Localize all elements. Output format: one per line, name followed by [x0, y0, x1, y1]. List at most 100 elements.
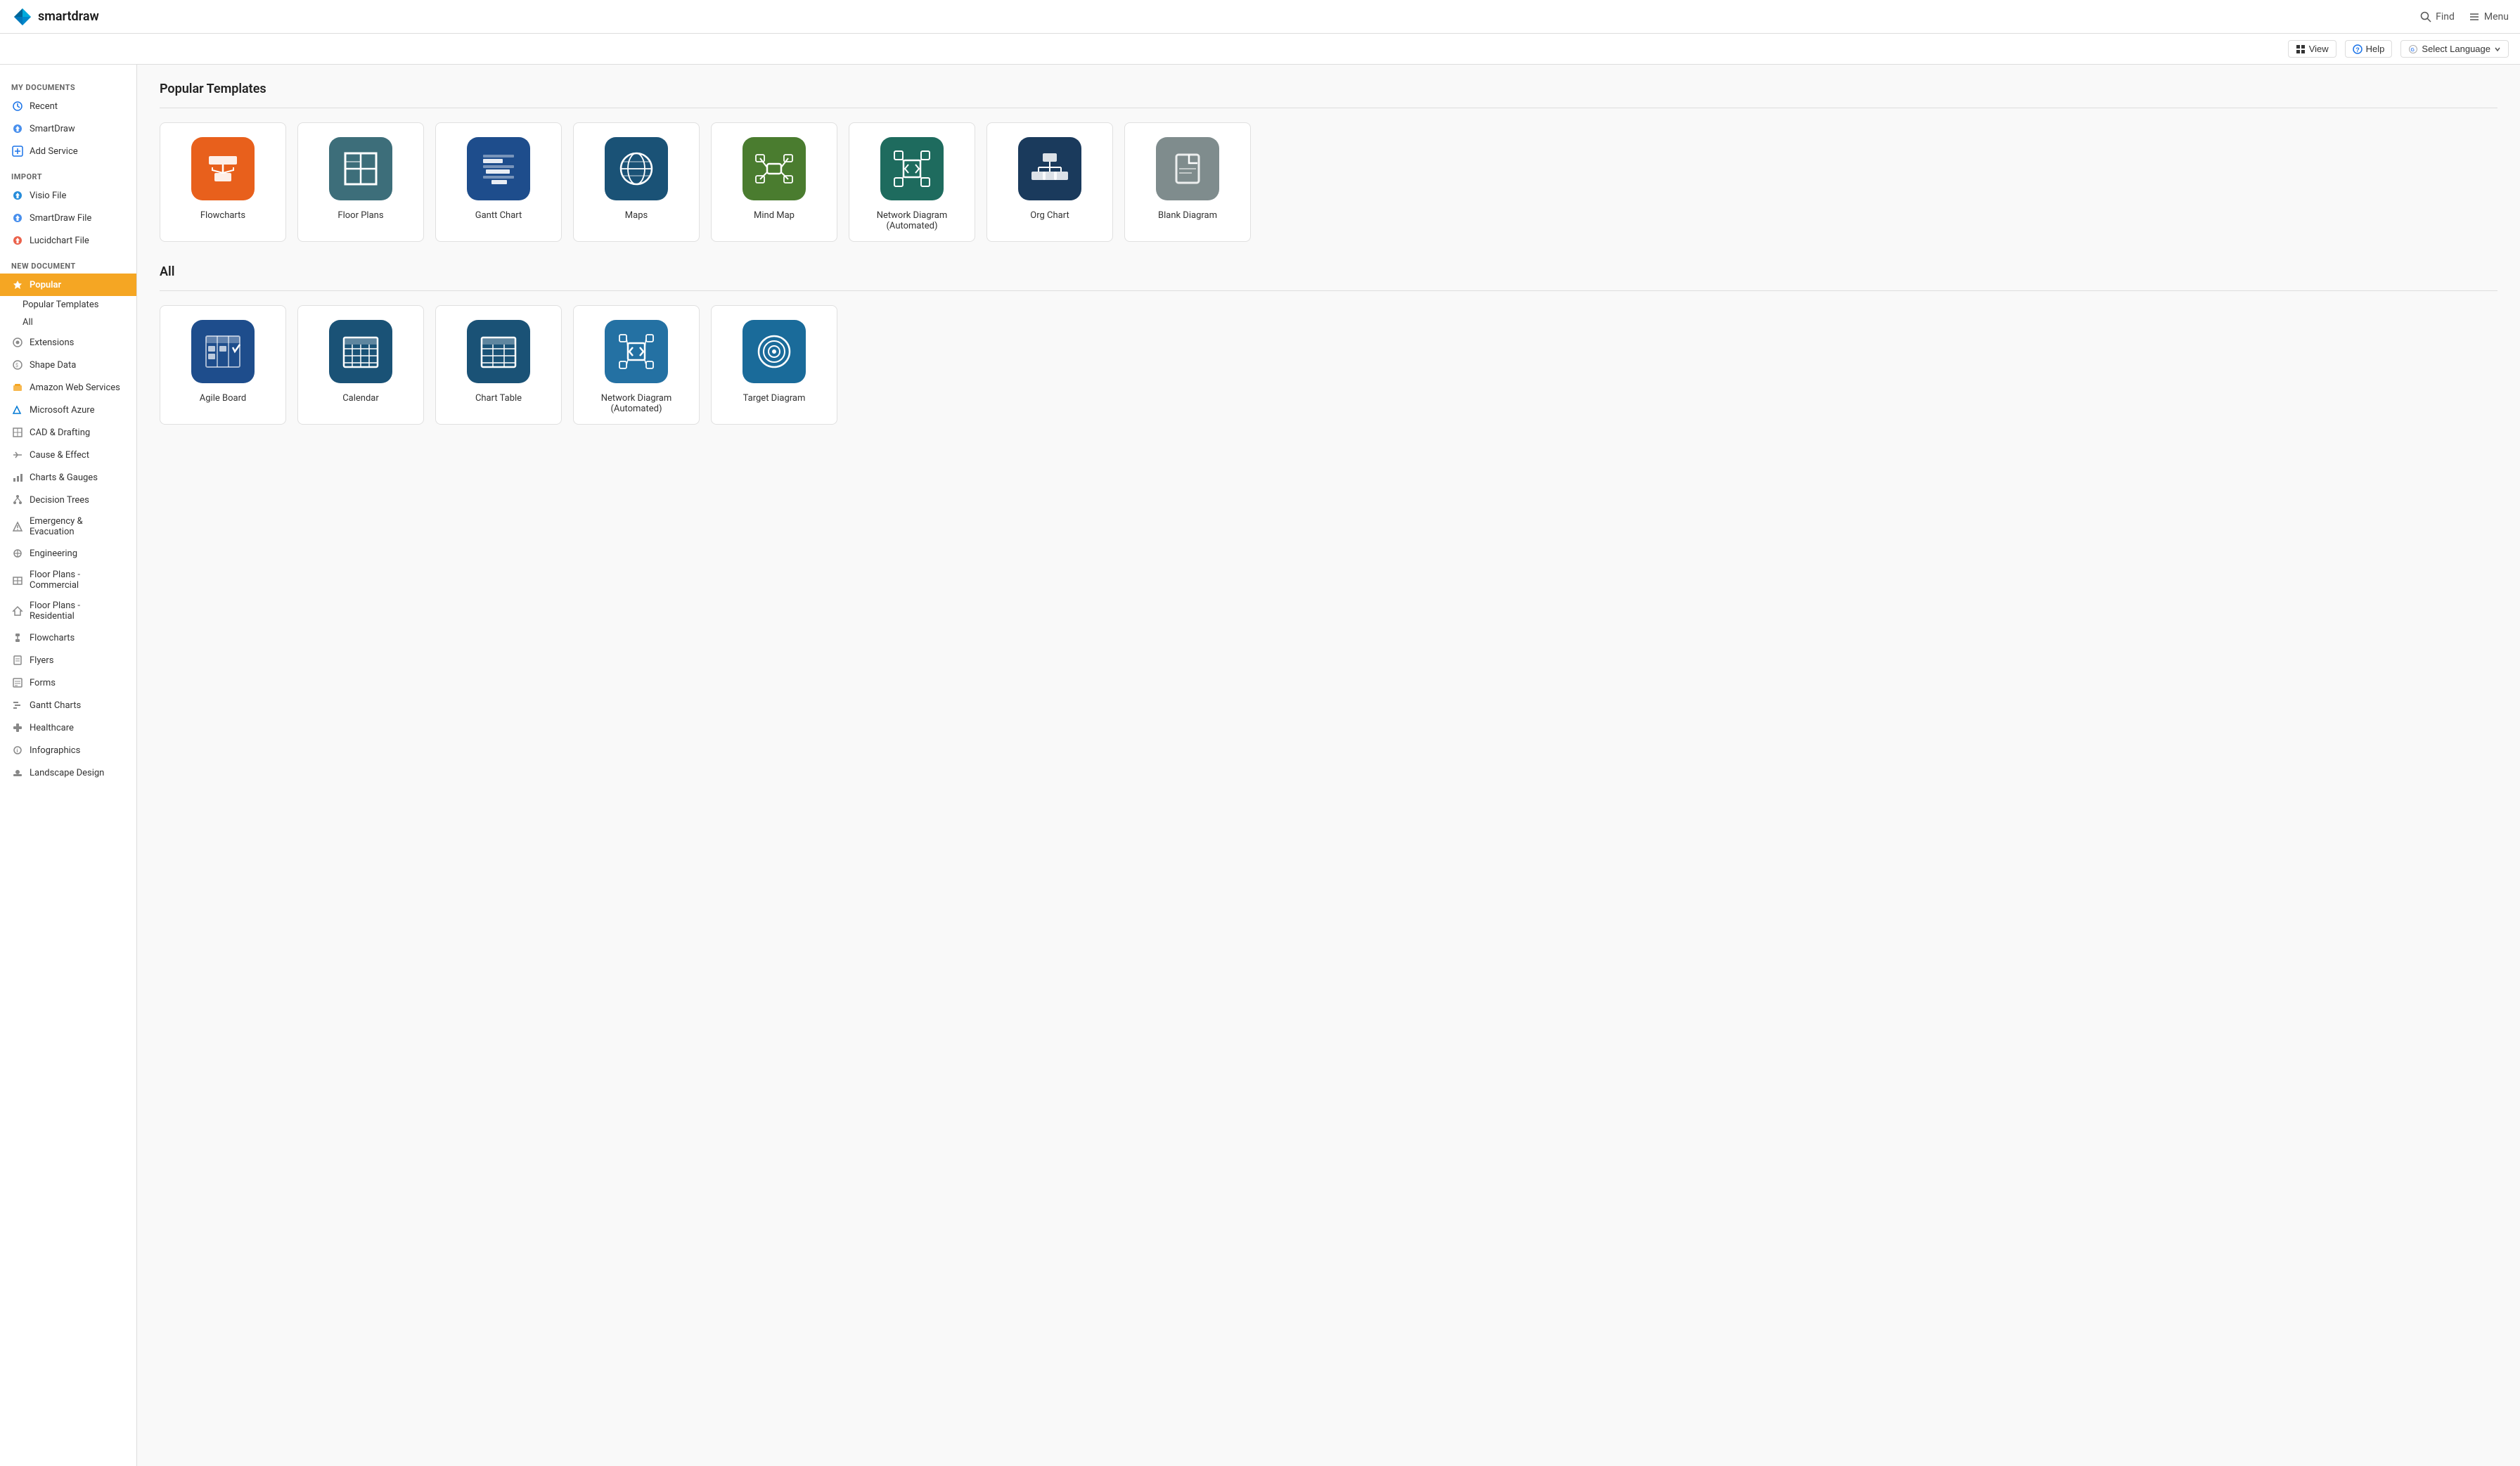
gantt-sidebar-icon [11, 699, 24, 712]
all-divider [160, 290, 2498, 291]
sidebar-item-aws[interactable]: Amazon Web Services [0, 376, 136, 399]
flyers-icon [11, 654, 24, 667]
network-auto-template-label: Network Diagram (Automated) [585, 393, 688, 414]
decision-trees-icon [11, 494, 24, 506]
sidebar-item-forms[interactable]: Forms [0, 671, 136, 694]
sidebar-item-flowcharts-label: Flowcharts [30, 633, 75, 643]
help-button[interactable]: ? Help [2345, 40, 2393, 58]
orgchart-template-label: Org Chart [1030, 210, 1069, 221]
sidebar-item-all[interactable]: All [0, 314, 136, 331]
template-card-charttable[interactable]: Chart Table [435, 305, 562, 425]
template-card-orgchart[interactable]: Org Chart [986, 122, 1113, 242]
azure-icon [11, 404, 24, 416]
sidebar-item-flowcharts[interactable]: Flowcharts [0, 626, 136, 649]
smartdraw-cloud-icon [11, 122, 24, 135]
sidebar-item-shape-data[interactable]: $ Shape Data [0, 354, 136, 376]
sidebar-item-flyers-label: Flyers [30, 655, 53, 666]
orgchart-template-icon [1018, 137, 1081, 200]
view-button[interactable]: View [2288, 40, 2336, 58]
sidebar-item-smartdraw-file[interactable]: SmartDraw File [0, 207, 136, 229]
menu-button[interactable]: Menu [2469, 11, 2509, 22]
sidebar-item-popular[interactable]: Popular [0, 274, 136, 296]
sidebar-item-azure[interactable]: Microsoft Azure [0, 399, 136, 421]
sidebar-item-floor-commercial[interactable]: Floor Plans - Commercial [0, 565, 136, 596]
sidebar-item-infographics[interactable]: i Infographics [0, 739, 136, 761]
sidebar-item-popular-templates-label: Popular Templates [22, 300, 98, 310]
sidebar-item-visio-label: Visio File [30, 191, 66, 201]
sidebar-item-engineering[interactable]: Engineering [0, 542, 136, 565]
cause-effect-icon [11, 449, 24, 461]
sidebar-item-lucidchart[interactable]: Lucidchart File [0, 229, 136, 252]
sidebar-item-decision-trees-label: Decision Trees [30, 495, 89, 506]
template-card-flowcharts[interactable]: Flowcharts [160, 122, 286, 242]
sidebar-item-visio[interactable]: Visio File [0, 184, 136, 207]
sidebar-item-floor-residential[interactable]: Floor Plans - Residential [0, 596, 136, 626]
sidebar-item-healthcare[interactable]: Healthcare [0, 716, 136, 739]
sidebar-item-emergency[interactable]: Emergency & Evacuation [0, 511, 136, 542]
calendar-template-icon [329, 320, 392, 383]
engineering-icon [11, 547, 24, 560]
sidebar-item-recent[interactable]: Recent [0, 95, 136, 117]
sidebar-item-decision-trees[interactable]: Decision Trees [0, 489, 136, 511]
floor-plans-template-icon [329, 137, 392, 200]
svg-text:i: i [17, 748, 18, 754]
sidebar-item-cad[interactable]: CAD & Drafting [0, 421, 136, 444]
template-card-agile[interactable]: Agile Board [160, 305, 286, 425]
logo-text: smartdraw [38, 9, 99, 24]
popular-star-icon [11, 278, 24, 291]
flowcharts-template-label: Flowcharts [200, 210, 245, 221]
smartdraw-logo-icon [11, 6, 34, 28]
template-card-network-auto[interactable]: Network Diagram (Automated) [573, 305, 700, 425]
logo-area: smartdraw [11, 6, 99, 28]
smartdraw-file-icon [11, 212, 24, 224]
lucidchart-icon [11, 234, 24, 247]
floor-commercial-icon [11, 574, 24, 586]
new-document-title: New Document [0, 256, 136, 274]
recent-icon [11, 100, 24, 112]
add-service-icon [11, 145, 24, 157]
template-card-blank[interactable]: Blank Diagram [1124, 122, 1251, 242]
template-card-maps[interactable]: Maps [573, 122, 700, 242]
agile-template-label: Agile Board [200, 393, 246, 404]
sidebar-item-smartdraw[interactable]: SmartDraw [0, 117, 136, 140]
template-card-floor-plans[interactable]: Floor Plans [297, 122, 424, 242]
sidebar-item-add-service[interactable]: Add Service [0, 140, 136, 162]
sidebar-item-cause-effect[interactable]: Cause & Effect [0, 444, 136, 466]
network-template-label: Network Diagram (Automated) [861, 210, 963, 231]
template-card-network[interactable]: Network Diagram (Automated) [849, 122, 975, 242]
hamburger-icon [2469, 11, 2480, 22]
template-card-gantt[interactable]: Gantt Chart [435, 122, 562, 242]
search-button[interactable]: Find [2420, 11, 2455, 22]
secondbar: View ? Help G Select Language [0, 34, 2520, 65]
charts-gauges-icon [11, 471, 24, 484]
sidebar-item-extensions[interactable]: Extensions [0, 331, 136, 354]
network-auto-template-icon [605, 320, 668, 383]
topbar-right: Find Menu [2420, 11, 2509, 22]
sidebar-item-charts-gauges[interactable]: Charts & Gauges [0, 466, 136, 489]
language-button[interactable]: G Select Language [2400, 40, 2509, 58]
popular-templates-grid: Flowcharts Floor Plans Gantt Chart [160, 122, 2498, 242]
template-card-calendar[interactable]: Calendar [297, 305, 424, 425]
sidebar-item-smartdraw-label: SmartDraw [30, 124, 75, 134]
flowcharts-template-icon [191, 137, 255, 200]
maps-template-icon [605, 137, 668, 200]
sidebar-item-infographics-label: Infographics [30, 745, 80, 756]
template-card-mindmap[interactable]: Mind Map [711, 122, 837, 242]
shape-data-icon: $ [11, 359, 24, 371]
sidebar-item-popular-templates[interactable]: Popular Templates [0, 296, 136, 314]
floor-residential-icon [11, 605, 24, 617]
view-icon [2296, 44, 2306, 54]
gantt-template-icon [467, 137, 530, 200]
topbar: smartdraw Find Menu [0, 0, 2520, 34]
template-card-target[interactable]: Target Diagram [711, 305, 837, 425]
sidebar-item-landscape-label: Landscape Design [30, 768, 104, 778]
sidebar-item-flyers[interactable]: Flyers [0, 649, 136, 671]
sidebar-item-emergency-label: Emergency & Evacuation [30, 516, 125, 537]
blank-template-icon [1156, 137, 1219, 200]
svg-text:$: $ [15, 363, 18, 368]
sidebar-item-gantt[interactable]: Gantt Charts [0, 694, 136, 716]
sidebar-item-landscape[interactable]: Landscape Design [0, 761, 136, 784]
language-label: Select Language [2422, 44, 2490, 54]
maps-template-label: Maps [625, 210, 648, 221]
forms-icon [11, 676, 24, 689]
